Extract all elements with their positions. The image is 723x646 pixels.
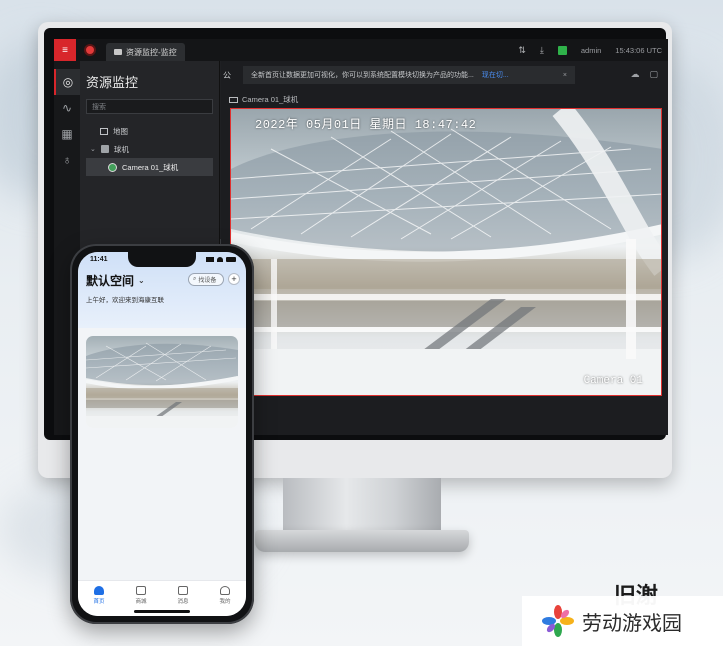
notice-text: 全新首页让数据更加可视化，你可以到系统配置模块切换为产品的功能...: [251, 72, 474, 79]
camera-thumbnail: [86, 336, 238, 428]
tree-item-label: 地图: [113, 126, 128, 136]
signal-icon: [206, 257, 214, 262]
home-icon: [93, 586, 104, 595]
find-device-button[interactable]: ⌕ 找设备: [188, 273, 224, 286]
tree-item-dome[interactable]: ⌄ 球机: [80, 140, 219, 158]
camera-icon: [229, 96, 238, 103]
status-time: 11:41: [90, 256, 108, 263]
store-icon: [135, 586, 146, 595]
chevron-down-icon[interactable]: ⌄: [90, 145, 96, 153]
notice-banner: 全新首页让数据更加可视化，你可以到系统配置模块切换为产品的功能... 现在切..…: [243, 66, 575, 84]
map-icon: [100, 127, 108, 135]
download-icon[interactable]: ⤓: [540, 45, 544, 56]
menu-icon[interactable]: ≡: [54, 39, 76, 61]
smartphone: 11:41 默认空间 ⌄ ⌕ 找设备 + 上午好，欢迎来到海康互联 首页 商城 …: [70, 244, 254, 624]
grid-icon[interactable]: ▦: [54, 121, 80, 147]
osd-camera-name: Camera 01: [583, 375, 643, 387]
tree-item-label: Camera 01_球机: [122, 162, 179, 172]
tab-resource-monitor[interactable]: 资源监控-监控: [106, 43, 185, 61]
dome-camera-icon: [100, 145, 109, 153]
osd-timestamp: 2022年 05月01日 星期日 18:47:42: [255, 118, 477, 132]
tree-item-map[interactable]: 地图: [80, 122, 219, 140]
main-view: 公 全新首页让数据更加可视化，你可以到系统配置模块切换为产品的功能... 现在切…: [221, 61, 668, 435]
phone-screen: 11:41 默认空间 ⌄ ⌕ 找设备 + 上午好，欢迎来到海康互联 首页 商城 …: [78, 252, 246, 616]
phone-notch: [128, 252, 196, 267]
app-topbar: ≡ 资源监控-监控 ⇅ ⤓ admin 15:43:06 UTC: [54, 39, 668, 61]
camera-label-bar: Camera 01_球机: [229, 94, 298, 105]
space-title: 默认空间: [86, 274, 135, 288]
pulse-icon[interactable]: ∿: [54, 95, 80, 121]
monitor-stand-neck: [283, 478, 441, 534]
live-video-feed[interactable]: 2022年 05月01日 星期日 18:47:42 Camera 01: [230, 108, 662, 396]
tab-profile[interactable]: 我的: [219, 586, 231, 605]
pinwheel-logo-icon: [542, 605, 574, 637]
clock: 15:43:06 UTC: [615, 45, 662, 55]
tab-messages[interactable]: 消息: [177, 586, 189, 605]
sort-icon[interactable]: ⇅: [518, 45, 526, 56]
globe-icon[interactable]: ◎: [54, 69, 80, 95]
watermark-badge: 劳动游戏园: [522, 596, 723, 646]
tab-title: 资源监控-监控: [126, 47, 177, 57]
tab-store[interactable]: 商城: [135, 586, 147, 605]
chevron-down-icon: ⌄: [138, 276, 145, 285]
camera-icon: [114, 49, 122, 55]
topbar-right: ⇅ ⤓ admin 15:43:06 UTC: [518, 45, 668, 56]
space-selector[interactable]: 默认空间 ⌄: [86, 272, 145, 289]
panel-title: 资源监控: [86, 75, 139, 90]
search-label: 找设备: [198, 278, 217, 284]
tab-home[interactable]: 首页: [93, 586, 105, 605]
mall-atrium-scene: [231, 109, 661, 395]
tab-label: 消息: [177, 599, 189, 605]
tree-item-camera-01[interactable]: Camera 01_球机: [86, 158, 213, 176]
battery-icon: [226, 257, 236, 262]
close-icon[interactable]: ×: [563, 72, 567, 79]
user-icon[interactable]: ♁: [54, 147, 80, 173]
search-input[interactable]: 搜索: [86, 99, 213, 114]
monitor-stand-base: [255, 530, 469, 552]
view-toolbar: ☁ ▢: [630, 69, 658, 80]
watermark-text: 劳动游戏园: [582, 610, 682, 635]
add-button[interactable]: +: [228, 273, 240, 285]
camera-online-icon: [108, 162, 117, 172]
tab-label: 商城: [135, 599, 147, 605]
notice-link[interactable]: 现在切...: [482, 70, 509, 80]
mall-atrium-thumbnail: [86, 342, 238, 428]
wifi-icon: [217, 257, 223, 262]
record-icon[interactable]: [84, 44, 96, 56]
tab-label: 我的: [219, 599, 231, 605]
tab-label: 首页: [93, 599, 105, 605]
window-icon[interactable]: ▢: [649, 69, 658, 80]
user-name[interactable]: admin: [581, 46, 601, 55]
message-icon: [177, 586, 188, 595]
notice-prefix: 公: [223, 71, 231, 80]
cloud-icon[interactable]: ☁: [630, 69, 639, 80]
tree-item-label: 球机: [113, 144, 129, 154]
profile-icon: [219, 586, 230, 595]
status-icons: [206, 256, 236, 263]
search-icon: ⌕: [193, 276, 197, 282]
status-icon[interactable]: [557, 45, 567, 55]
camera-preview-card[interactable]: [86, 336, 238, 428]
camera-label: Camera 01_球机: [242, 95, 299, 104]
greeting-text: 上午好，欢迎来到海康互联: [86, 297, 164, 304]
home-indicator: [134, 610, 190, 613]
